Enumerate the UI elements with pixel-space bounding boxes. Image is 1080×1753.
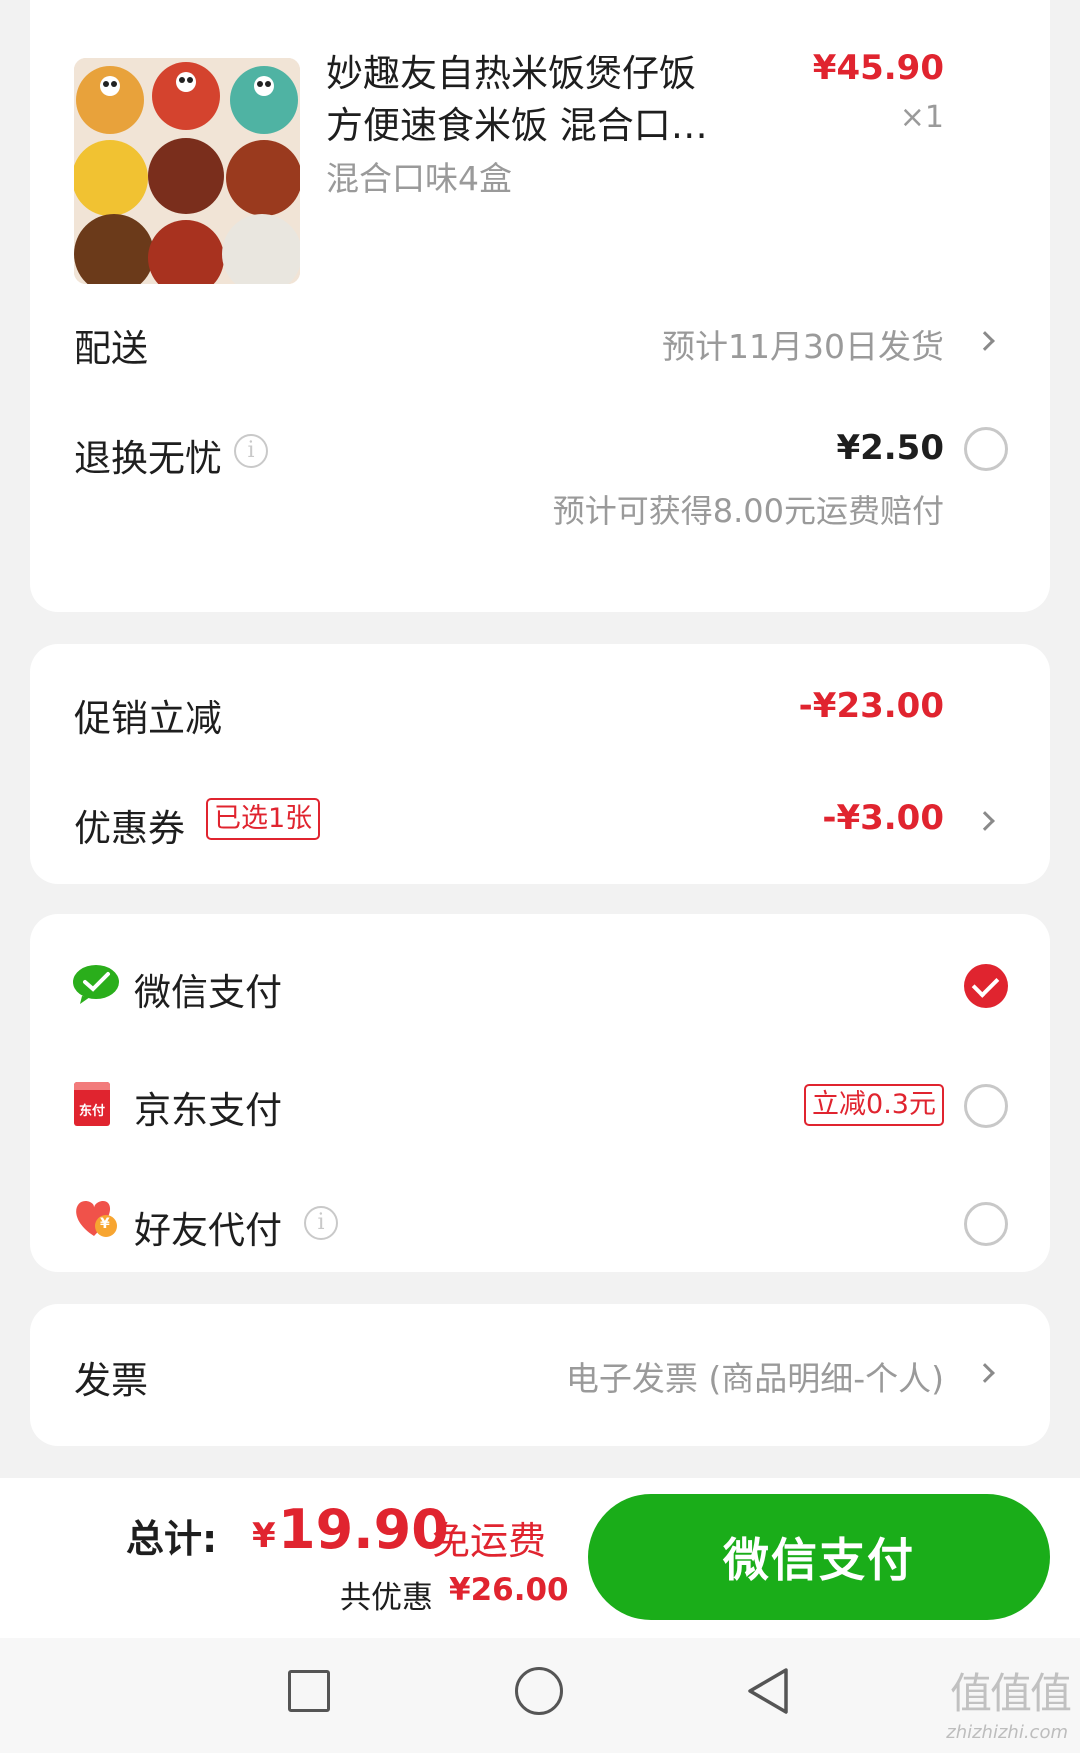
product-image[interactable] — [74, 58, 300, 284]
coupon-label: 优惠券 — [74, 807, 185, 850]
info-icon[interactable]: i — [304, 1206, 338, 1240]
coupon-selected-tag: 已选1张 — [206, 798, 321, 840]
product-quantity: ×1 — [899, 100, 944, 135]
delivery-value: 预计11月30日发货 — [662, 327, 944, 366]
wechat-pay-label: 微信支付 — [134, 971, 282, 1014]
recent-apps-icon[interactable] — [288, 1670, 330, 1712]
watermark-logo: 值值值 — [949, 1669, 1072, 1718]
total-amount: 19.90 — [278, 1498, 449, 1561]
home-icon[interactable] — [515, 1667, 563, 1715]
jd-pay-radio[interactable] — [964, 1084, 1008, 1128]
chevron-right-icon — [975, 1363, 995, 1383]
payment-option-wechat[interactable]: 微信支付 — [30, 934, 1050, 1034]
promo-value: -¥23.00 — [798, 686, 944, 726]
delivery-row[interactable]: 配送 预计11月30日发货 — [30, 290, 1050, 390]
heart-icon — [76, 1200, 117, 1237]
friend-pay-radio[interactable] — [964, 1202, 1008, 1246]
chevron-right-icon — [975, 811, 995, 831]
shipping-free: 免运费 — [432, 1519, 547, 1563]
return-insurance-note: 预计可获得8.00元运费赔付 — [552, 492, 944, 530]
coupon-row[interactable]: 优惠券 已选1张 -¥3.00 — [30, 774, 1050, 864]
payment-method-card: 微信支付 东付 京东支付 立减0.3元 ¥ 好友代付 i — [30, 914, 1050, 1272]
payment-option-jd[interactable]: 东付 京东支付 立减0.3元 — [30, 1054, 1050, 1154]
product-title-line1: 妙趣友自热米饭煲仔饭 — [326, 52, 696, 95]
product-title-line2: 方便速食米饭 混合口… — [326, 104, 708, 147]
product-price: ¥45.90 — [812, 48, 944, 88]
jd-pay-icon: 东付 — [74, 1082, 110, 1126]
wechat-pay-icon — [73, 965, 119, 1004]
watermark-url: zhizhizhi.com — [946, 1722, 1068, 1743]
discount-card: 促销立减 -¥23.00 优惠券 已选1张 -¥3.00 — [30, 644, 1050, 884]
product-title[interactable]: 妙趣友自热米饭煲仔饭 方便速食米饭 混合口… — [326, 48, 726, 152]
saved-amount: ¥26.00 — [449, 1572, 569, 1608]
saved-label: 共优惠 — [340, 1580, 433, 1616]
invoice-value: 电子发票 (商品明细-个人) — [565, 1359, 944, 1398]
friend-pay-label: 好友代付 — [134, 1209, 282, 1252]
promo-label: 促销立减 — [74, 697, 222, 740]
food-bowls-icon — [74, 58, 300, 284]
system-nav-bar: 值值值 zhizhizhi.com — [0, 1638, 1080, 1753]
delivery-label: 配送 — [74, 327, 148, 370]
total-currency: ¥ — [252, 1516, 276, 1556]
info-icon[interactable]: i — [234, 434, 268, 468]
wechat-pay-button[interactable]: 微信支付 — [588, 1494, 1050, 1620]
payment-option-friend[interactable]: ¥ 好友代付 i — [30, 1174, 1050, 1274]
jd-pay-label: 京东支付 — [134, 1089, 282, 1132]
return-insurance-label: 退换无忧 — [74, 437, 222, 480]
friend-pay-icon-yuan: ¥ — [100, 1216, 110, 1232]
chevron-right-icon — [975, 331, 995, 351]
invoice-card[interactable]: 发票 电子发票 (商品明细-个人) — [30, 1304, 1050, 1446]
wechat-pay-radio[interactable] — [964, 964, 1008, 1008]
invoice-label: 发票 — [74, 1359, 148, 1402]
product-variant: 混合口味4盒 — [326, 159, 512, 198]
jd-pay-discount-tag: 立减0.3元 — [804, 1084, 944, 1126]
coupon-value: -¥3.00 — [822, 798, 944, 838]
return-insurance-radio[interactable] — [964, 427, 1008, 471]
order-item-card: 妙趣友自热米饭煲仔饭 方便速食米饭 混合口… 混合口味4盒 ¥45.90 ×1 … — [30, 0, 1050, 612]
total-label: 总计: — [126, 1517, 218, 1561]
back-icon[interactable] — [746, 1666, 790, 1716]
checkout-bar: 总计: ¥ 19.90 免运费 共优惠 ¥26.00 微信支付 — [0, 1478, 1080, 1638]
jd-pay-icon-text: 东付 — [78, 1104, 105, 1119]
return-insurance-price: ¥2.50 — [836, 428, 944, 468]
